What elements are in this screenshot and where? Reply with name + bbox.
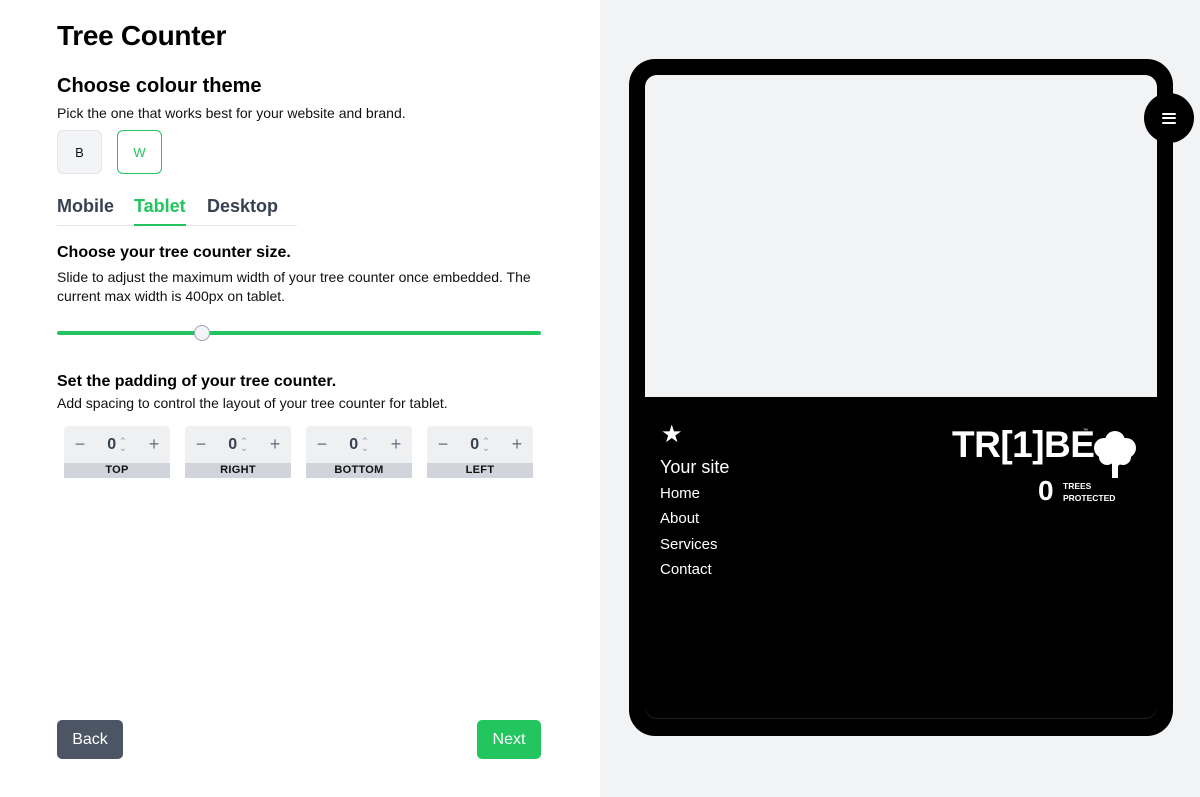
padding-label: TOP [64,463,170,478]
next-button[interactable]: Next [477,720,541,759]
padding-label: RIGHT [185,463,291,478]
menu-button[interactable] [1144,93,1194,143]
max-width-slider[interactable] [57,325,541,341]
preview-panel: ★ Your site Home About Services Contact … [600,0,1200,797]
tablet-device-frame [629,59,1194,736]
trees-label-line: TREES [1063,481,1092,491]
increment-button[interactable]: + [509,434,525,455]
padding-value-input[interactable]: 0 ⌃ ⌄ [349,436,368,454]
increment-button[interactable]: + [146,434,162,455]
slider-thumb[interactable] [194,325,211,341]
theme-black-button[interactable]: B [57,130,102,174]
trees-count: 0 [1038,475,1054,506]
nav-link-about[interactable]: About [660,510,699,527]
preview-content-area [645,75,1157,397]
padding-right-stepper: − 0 ⌃ ⌄ + RIGHT [185,426,291,478]
value-text: 0 [107,435,117,453]
decrement-button[interactable]: − [314,434,330,455]
tab-tablet[interactable]: Tablet [134,196,186,226]
decrement-button[interactable]: − [193,434,209,455]
padding-value-input[interactable]: 0 ⌃ ⌄ [107,436,126,454]
spinner-icon[interactable]: ⌃ ⌄ [240,436,248,452]
protected-label-line: PROTECTED [1063,493,1116,503]
tab-mobile[interactable]: Mobile [57,196,114,226]
tree-icon [1094,431,1136,478]
tribe-logo: TR[1]BE [952,424,1095,465]
site-name: Your site [660,457,730,477]
size-title: Choose your tree counter size. [57,244,291,261]
page-title: Tree Counter [57,20,227,51]
colour-theme-title: Choose colour theme [57,75,262,97]
size-description: Slide to adjust the maximum width of you… [57,269,531,304]
padding-bottom-stepper: − 0 ⌃ ⌄ + BOTTOM [306,426,412,478]
padding-label: LEFT [427,463,533,478]
slider-track[interactable] [57,331,541,335]
spinner-icon[interactable]: ⌃ ⌄ [119,436,127,452]
padding-title: Set the padding of your tree counter. [57,373,337,390]
padding-value-input[interactable]: 0 ⌃ ⌄ [228,436,247,454]
spinner-icon[interactable]: ⌃ ⌄ [361,436,369,452]
value-text: 0 [228,435,238,453]
theme-white-button[interactable]: W [117,130,162,174]
hamburger-icon [1162,112,1176,124]
value-text: 0 [349,435,359,453]
nav-link-contact[interactable]: Contact [660,561,712,578]
decrement-button[interactable]: − [72,434,88,455]
padding-value-input[interactable]: 0 ⌃ ⌄ [470,436,489,454]
increment-button[interactable]: + [267,434,283,455]
padding-description: Add spacing to control the layout of you… [57,395,448,411]
padding-top-stepper: − 0 ⌃ ⌄ + TOP [64,426,170,478]
trees-protected-label: TREES PROTECTED [1063,480,1115,504]
settings-panel: Tree Counter Choose colour theme Pick th… [0,0,600,797]
spinner-icon[interactable]: ⌃ ⌄ [482,436,490,452]
colour-theme-description: Pick the one that works best for your we… [57,105,406,121]
nav-link-home[interactable]: Home [660,485,700,502]
back-button[interactable]: Back [57,720,123,759]
padding-left-stepper: − 0 ⌃ ⌄ + LEFT [427,426,533,478]
padding-label: BOTTOM [306,463,412,478]
device-tabs: Mobile Tablet Desktop [57,196,297,226]
value-text: 0 [470,435,480,453]
trademark-symbol: ™ [1083,428,1088,434]
increment-button[interactable]: + [388,434,404,455]
tab-desktop[interactable]: Desktop [207,196,278,226]
nav-link-services[interactable]: Services [660,536,718,553]
star-icon: ★ [661,421,683,448]
decrement-button[interactable]: − [435,434,451,455]
